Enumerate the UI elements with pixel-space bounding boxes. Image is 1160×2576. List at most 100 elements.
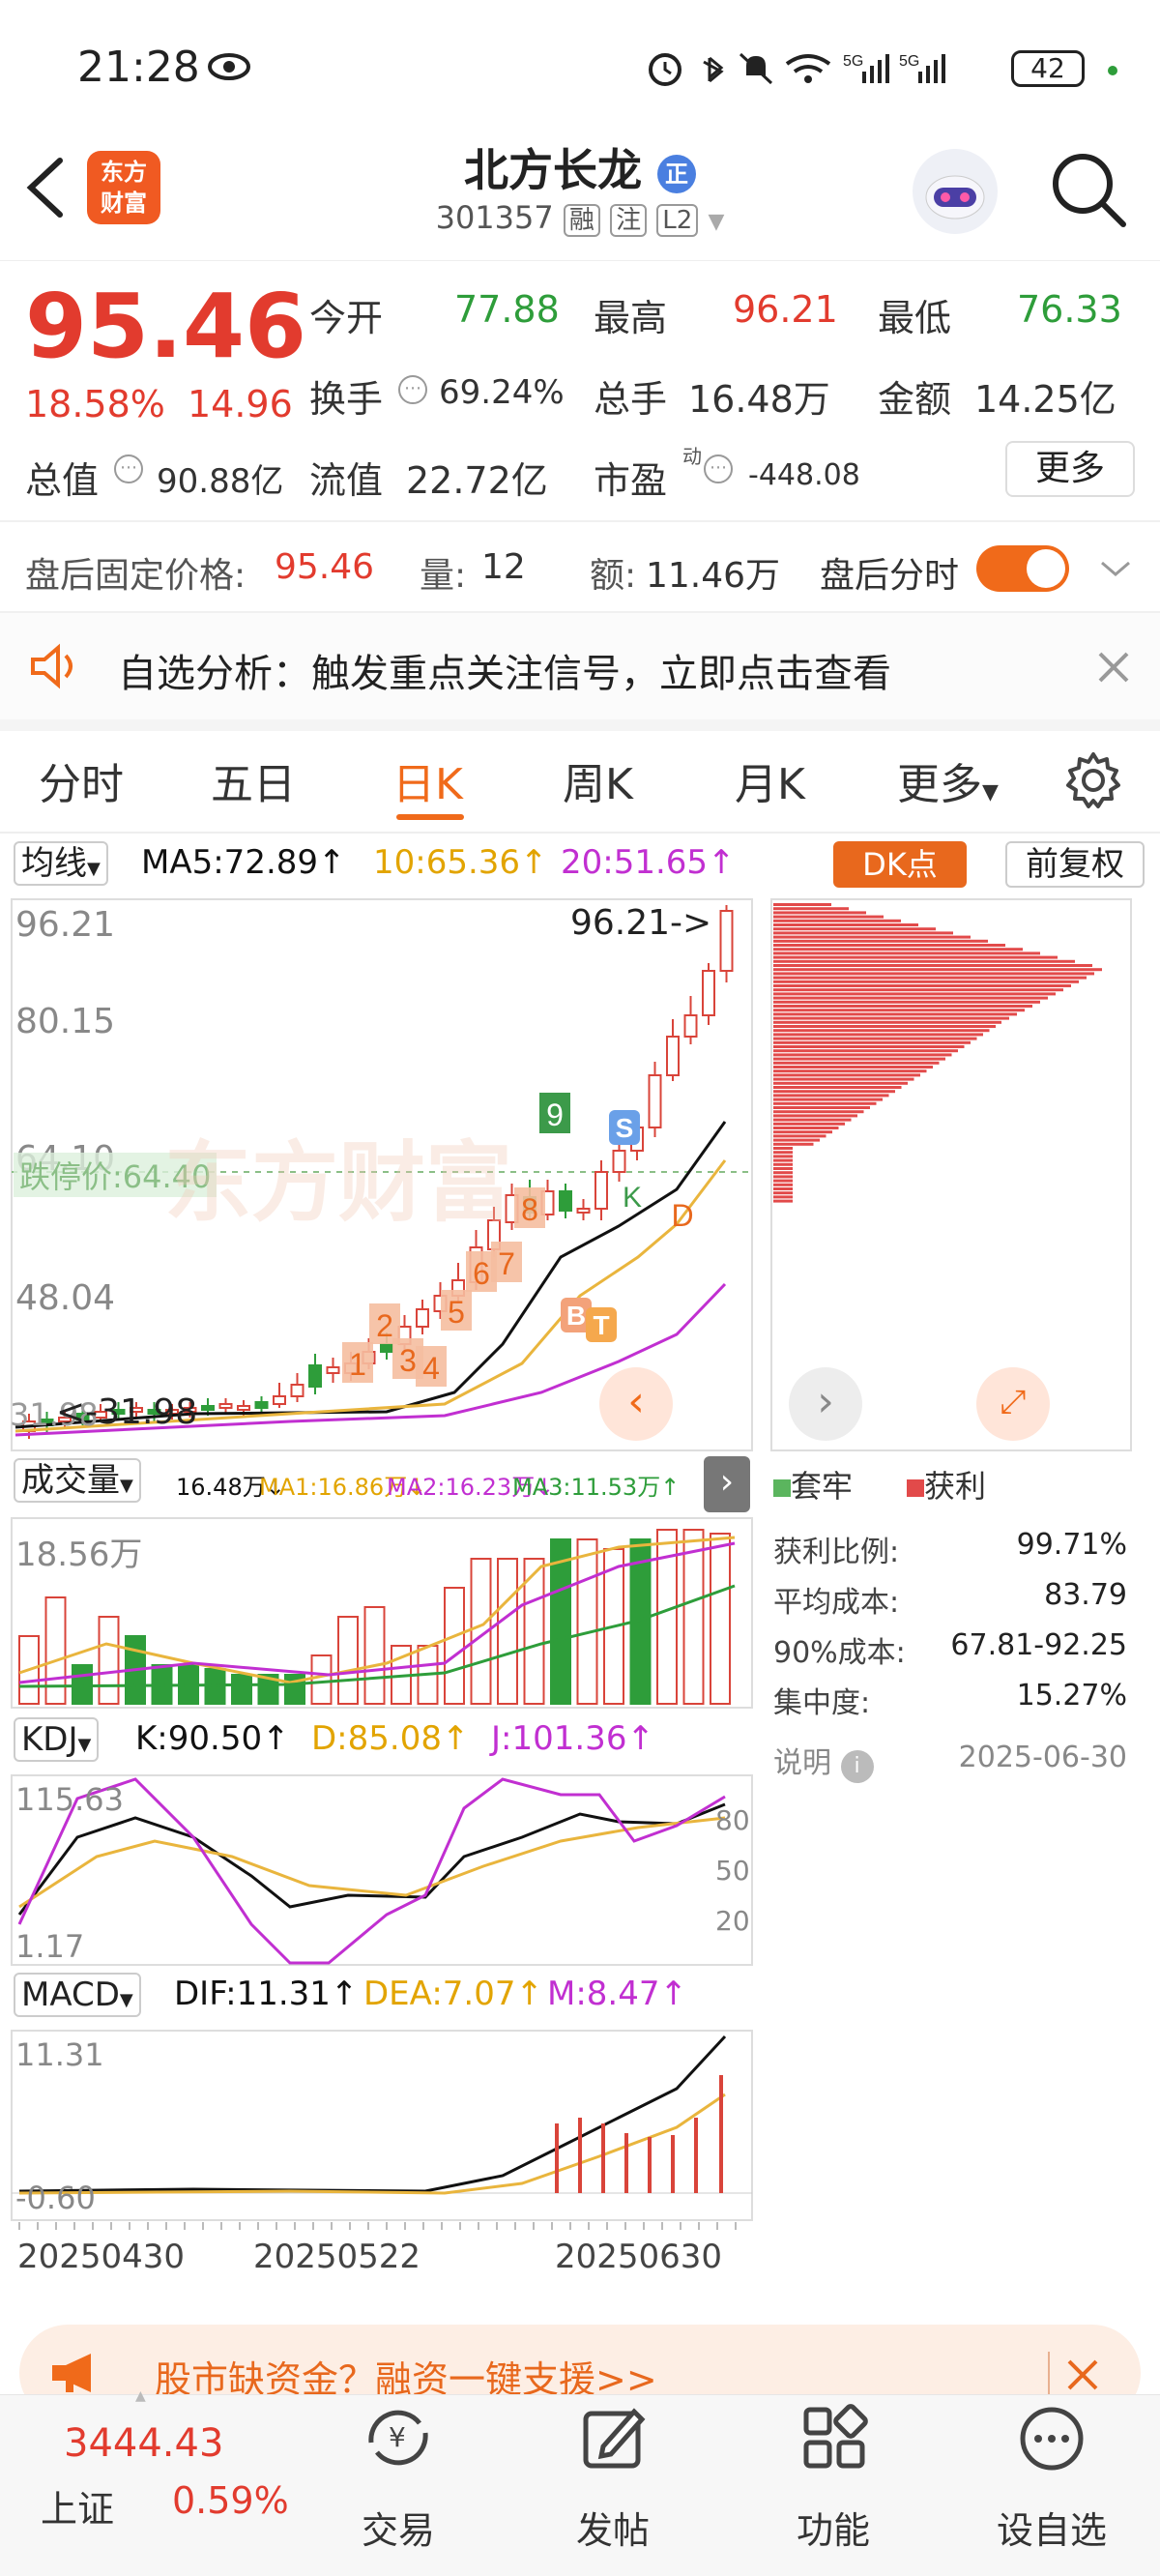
level2-tag: L2 <box>656 204 699 237</box>
high-value: 96.21 <box>733 288 838 331</box>
tab-more-label: 更多 <box>897 760 982 809</box>
nav-add-watchlist[interactable]: 设自选 <box>974 2501 1129 2554</box>
chip-bar <box>773 1000 1040 1004</box>
pe-label: 市盈 <box>594 459 668 502</box>
kdj-selector-label: KDJ <box>21 1720 78 1759</box>
candle-body <box>666 1036 680 1076</box>
last-price: 95.46 <box>25 275 307 378</box>
adjust-button[interactable]: 前复权 <box>1005 841 1145 888</box>
function-grid-icon[interactable] <box>800 2404 868 2472</box>
signal-number: 6 <box>473 1256 490 1291</box>
signal-icon-2: 5G <box>899 53 945 83</box>
tab-intraday[interactable]: 分时 <box>39 749 124 811</box>
chevron-left-icon[interactable]: ‹ <box>599 1367 673 1441</box>
chip-bar <box>773 1199 793 1203</box>
macd-dif-value: DIF:11.31↑ <box>174 1975 359 2013</box>
macd-dif-line <box>18 2034 727 2193</box>
tab-more[interactable]: 更多▼ <box>897 749 999 811</box>
chip-bar <box>773 1045 965 1048</box>
nav-trade[interactable]: 交易 <box>321 2501 476 2554</box>
volume-bar <box>337 1616 359 1705</box>
chip-bar <box>773 1158 793 1162</box>
ma20-value: 20:51.65↑ <box>561 843 736 882</box>
panel-toggle-icon[interactable]: › <box>704 1456 750 1512</box>
signal-icon-1: 5G <box>843 53 889 83</box>
robot-avatar-icon[interactable] <box>909 145 1001 238</box>
search-icon[interactable] <box>1048 149 1129 230</box>
kdj-y-top: 115.63 <box>15 1781 124 1818</box>
ma-selector[interactable]: 均线▼ <box>14 841 108 886</box>
chevron-right-icon[interactable]: › <box>789 1367 862 1441</box>
volume-y-label: 18.56万 <box>15 1536 143 1574</box>
expand-icon[interactable]: ⤢ <box>976 1367 1050 1441</box>
signal-number: 9 <box>546 1098 564 1132</box>
nav-functions[interactable]: 功能 <box>756 2501 911 2554</box>
turnover-label: 换手 <box>309 378 384 421</box>
caret-down-icon: ▼ <box>982 780 999 805</box>
x-date-2: 20250522 <box>253 2238 421 2276</box>
legend-profit: 获利 <box>907 1462 986 1507</box>
kchart-y-label-4: 48.04 <box>15 1278 116 1318</box>
chip-bar <box>773 1086 902 1089</box>
chip-bar <box>773 1069 927 1073</box>
info-icon[interactable]: ⋯ <box>398 375 427 404</box>
chip-bar <box>773 1179 793 1183</box>
notice-text[interactable]: 自选分析：触发重点关注信号，立即点击查看 <box>118 642 891 698</box>
more-button[interactable]: 更多 <box>1005 441 1135 497</box>
candle-body <box>326 1366 340 1374</box>
after-hours-volume-label: 量: <box>420 556 467 596</box>
volume-selector[interactable]: 成交量▼ <box>14 1458 141 1503</box>
chevron-down-icon[interactable] <box>1098 557 1133 580</box>
chip-note[interactable]: 说明 i <box>773 1739 874 1783</box>
index-value[interactable]: 3444.43 <box>64 2421 223 2466</box>
signal-number: 2 <box>376 1308 393 1343</box>
bluetooth-icon <box>703 56 724 83</box>
eye-icon <box>208 53 250 80</box>
change-percent: 18.58% <box>25 383 165 425</box>
after-hours-toggle[interactable] <box>976 545 1069 592</box>
chip-date: 2025-06-30 <box>958 1741 1127 1774</box>
kdj-level-20: 20 <box>715 1905 750 1937</box>
chip-bar <box>773 1053 952 1057</box>
close-icon[interactable] <box>1063 2356 1102 2394</box>
pe-value: -448.08 <box>748 458 860 492</box>
close-icon[interactable] <box>1094 648 1133 687</box>
add-watchlist-icon[interactable] <box>1017 2404 1087 2474</box>
tab-daily-k[interactable]: 日K <box>392 749 463 811</box>
volume-selector-label: 成交量 <box>21 1461 120 1500</box>
candle-body <box>576 1208 591 1214</box>
kchart-y-label-2: 80.15 <box>15 1002 116 1041</box>
chip-bar <box>773 992 1056 996</box>
nav-post[interactable]: 发帖 <box>536 2501 690 2554</box>
chip-bar <box>773 968 1102 972</box>
info-icon[interactable]: ⋯ <box>704 454 733 483</box>
post-icon[interactable] <box>580 2404 648 2472</box>
chip-bar <box>773 972 1094 976</box>
volume-label: 总手 <box>594 378 668 421</box>
alarm-icon <box>649 53 682 86</box>
ma5-value: MA5:72.89↑ <box>141 843 346 882</box>
tab-five-day[interactable]: 五日 <box>211 749 296 811</box>
gear-icon[interactable] <box>1063 750 1123 810</box>
dk-point-button[interactable]: DK点 <box>833 841 967 888</box>
chevron-down-icon[interactable]: ▼ <box>708 210 724 234</box>
volume-value: 16.48万 <box>688 378 830 421</box>
candle-body <box>648 1074 662 1128</box>
chip-bar <box>773 1077 914 1081</box>
kdj-selector[interactable]: KDJ▼ <box>14 1717 100 1762</box>
info-icon[interactable]: ⋯ <box>114 454 143 483</box>
index-name[interactable]: 上证 <box>41 2479 114 2532</box>
tab-weekly-k[interactable]: 周K <box>563 749 633 811</box>
kdj-k-value: K:90.50↑ <box>135 1719 290 1758</box>
chip-bar <box>773 1033 983 1037</box>
tab-monthly-k[interactable]: 月K <box>735 749 805 811</box>
margin-tag: 融 <box>563 204 600 237</box>
macd-selector[interactable]: MACD▼ <box>14 1973 141 2017</box>
trade-icon[interactable]: ¥ <box>360 2404 437 2472</box>
caret-down-icon: ▼ <box>77 1735 92 1755</box>
x-date-3: 20250630 <box>555 2238 723 2276</box>
sell-badge-text: S <box>616 1113 634 1143</box>
info-icon: i <box>840 1750 874 1783</box>
ma-selector-label: 均线 <box>21 844 87 883</box>
chip-bar <box>773 988 1063 992</box>
